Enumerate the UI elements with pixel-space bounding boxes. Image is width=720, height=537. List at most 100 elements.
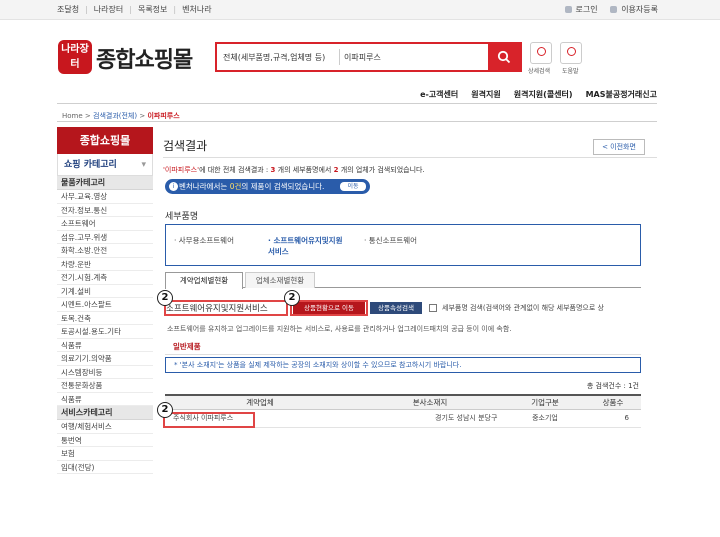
step-badge: 2 (157, 402, 173, 418)
general-product-label: 일반제품 (173, 342, 201, 351)
result-count: 총 검색건수 : 1건 (586, 382, 639, 390)
signup-link[interactable]: 이용자등록 (621, 5, 658, 14)
chevron-down-icon: ▾ (141, 160, 146, 170)
page-title: 검색결과 (163, 139, 208, 153)
help-icon (567, 47, 576, 56)
tab-bar: 계약업체별현황 업체소재별현황 (165, 272, 641, 289)
company-type: 중소기업 (505, 409, 585, 428)
divider (163, 157, 657, 158)
venture-go-button[interactable]: 이동 (340, 182, 366, 191)
breadcrumb: Home > 검색결과(전체) > 이파피루스 (62, 112, 180, 120)
logo-name: 종합쇼핑몰 (96, 47, 193, 73)
search-bar: 전체(세부품명,규격,업체명 등) (215, 42, 522, 72)
help-button[interactable] (560, 42, 582, 64)
sidebar: 종합쇼핑몰 쇼핑 카테고리 ▾ 물품카테고리 사무.교육.영상 전자.정보.통신 … (57, 127, 153, 537)
breadcrumb-home[interactable]: Home (62, 112, 83, 120)
tab-company-location[interactable]: 업체소재별현황 (245, 272, 315, 288)
company-location: 경기도 성남시 분당구 (355, 409, 505, 428)
sidebar-item[interactable]: 보험 (57, 447, 153, 461)
sidebar-item[interactable]: 토공시설.용도.기타 (57, 325, 153, 339)
detail-search-button[interactable] (530, 42, 552, 64)
tab-contract-company[interactable]: 계약업체별현황 (165, 272, 243, 289)
sidebar-item[interactable]: 전자.정보.통신 (57, 204, 153, 217)
highlight-category-label (164, 300, 288, 316)
sidebar-group-service: 서비스카테고리 (57, 406, 153, 420)
sidebar-item[interactable]: 여행/체험서비스 (57, 420, 153, 434)
location-note: * '본사 소재지'는 상품을 실제 제작하는 공장의 소재지와 상이할 수 있… (165, 357, 641, 373)
sidebar-item[interactable]: 식품류 (57, 339, 153, 352)
sidebar-item[interactable]: 임대(전당) (57, 461, 153, 474)
previous-page-button[interactable]: < 이전화면 (593, 139, 645, 155)
sidebar-group-goods: 물품카테고리 (57, 176, 153, 190)
category-comm-software[interactable]: · 통신소프트웨어 (364, 235, 417, 246)
category-description: 소프트웨어를 유지하고 업그레이드를 지원하는 서비스로, 사용료를 관리하거나… (167, 325, 512, 333)
divider (57, 121, 657, 122)
detail-category-check-label: 세부품명 검색(검색어와 관계없이 해당 세부품명으로 상 (442, 304, 604, 312)
section-title: 세부품명 (165, 212, 199, 222)
category-software-maintenance[interactable]: · 소프트웨어유지및지원 서비스 (268, 235, 342, 257)
top-link-pps[interactable]: 조달청 (57, 5, 79, 14)
table-header-row: 계약업체 본사소재지 기업구분 상품수 (165, 394, 641, 410)
gnb-remote[interactable]: 원격지원 (471, 90, 500, 99)
sidebar-item[interactable]: 소프트웨어 (57, 217, 153, 231)
sidebar-item[interactable]: 토목.건축 (57, 312, 153, 325)
sidebar-title[interactable]: 종합쇼핑몰 (57, 127, 153, 154)
sidebar-item[interactable]: 시멘트.아스팔트 (57, 298, 153, 312)
breadcrumb-current: 이파피루스 (147, 112, 180, 120)
detail-category-checkbox[interactable] (429, 304, 437, 312)
sidebar-shopping-category[interactable]: 쇼핑 카테고리 ▾ (57, 154, 153, 176)
col-type: 기업구분 (505, 394, 585, 410)
sidebar-item[interactable]: 사무.교육.영상 (57, 190, 153, 204)
breadcrumb-results[interactable]: 검색결과(전체) (93, 112, 137, 120)
gnb-mas-report[interactable]: MAS불공정거래신고 (586, 90, 657, 99)
search-input[interactable] (339, 49, 487, 65)
divider (165, 354, 641, 355)
search-button[interactable] (488, 44, 520, 70)
top-link-g2b[interactable]: 나라장터 (94, 5, 123, 14)
search-icon (497, 50, 511, 64)
help-label: 도움말 (562, 68, 579, 75)
sidebar-item[interactable]: 섬유.고무.위생 (57, 231, 153, 244)
step-badge: 2 (284, 290, 300, 306)
sidebar-goods-list: 사무.교육.영상 전자.정보.통신 소프트웨어 섬유.고무.위생 화학.소방.안… (57, 190, 153, 406)
sidebar-item[interactable]: 의료기기.의약품 (57, 352, 153, 366)
lock-icon (564, 6, 572, 13)
sidebar-item[interactable]: 식품류 (57, 393, 153, 406)
top-links: 조달청 | 나라장터 | 목록정보 | 벤처나라 (57, 5, 212, 14)
col-location: 본사소재지 (355, 394, 505, 410)
magnifier-icon (537, 47, 546, 56)
global-nav: e-고객센터 원격지원 원격지원(콜센터) MAS불공정거래신고 (0, 88, 720, 102)
detail-search-label: 상세검색 (528, 68, 551, 75)
gnb-remote-call[interactable]: 원격지원(콜센터) (514, 90, 573, 99)
highlight-status-button (290, 300, 368, 316)
top-link-venture[interactable]: 벤처나라 (182, 5, 211, 14)
col-count: 상품수 (585, 394, 641, 410)
top-bar: 조달청 | 나라장터 | 목록정보 | 벤처나라 로그인 이용자등록 (0, 0, 720, 20)
sidebar-service-list: 여행/체험서비스 통번역 보험 임대(전당) (57, 420, 153, 474)
search-scope-select[interactable]: 전체(세부품명,규격,업체명 등) (223, 52, 325, 63)
user-icon (610, 6, 618, 13)
site-logo[interactable]: 나라장터 종합쇼핑몰 (58, 38, 193, 78)
divider (57, 103, 657, 104)
venture-notice: i 벤처나라에서는 0건의 제품이 검색되었습니다. 이동 (165, 179, 370, 194)
category-box: · 사무용소프트웨어 · 소프트웨어유지및지원 서비스 · 통신소프트웨어 (165, 224, 641, 266)
attribute-search-button[interactable]: 상품속성검색 (370, 302, 422, 314)
search-summary: '이파피루스'에 대한 전체 검색결과 : 3 개의 세부품명에서 2 개의 업… (163, 166, 425, 174)
sidebar-item[interactable]: 화학.소방.안전 (57, 244, 153, 258)
top-link-catalog[interactable]: 목록정보 (138, 5, 167, 14)
sidebar-item[interactable]: 통번역 (57, 434, 153, 447)
highlight-company-row (163, 412, 255, 428)
step-badge: 2 (157, 290, 173, 306)
login-link[interactable]: 로그인 (576, 5, 598, 14)
col-company: 계약업체 (165, 394, 355, 410)
sidebar-item[interactable]: 전기.시험.계측 (57, 271, 153, 285)
goods-count: 6 (585, 409, 641, 428)
sidebar-item[interactable]: 기계.설비 (57, 285, 153, 298)
category-office-software[interactable]: · 사무용소프트웨어 (174, 235, 234, 246)
logo-seal: 나라장터 (58, 40, 92, 74)
info-icon: i (169, 182, 178, 191)
sidebar-item[interactable]: 시스템장비등 (57, 366, 153, 379)
sidebar-item[interactable]: 전통문화상품 (57, 379, 153, 393)
sidebar-item[interactable]: 차량.운반 (57, 258, 153, 271)
gnb-customer-center[interactable]: e-고객센터 (420, 90, 458, 99)
